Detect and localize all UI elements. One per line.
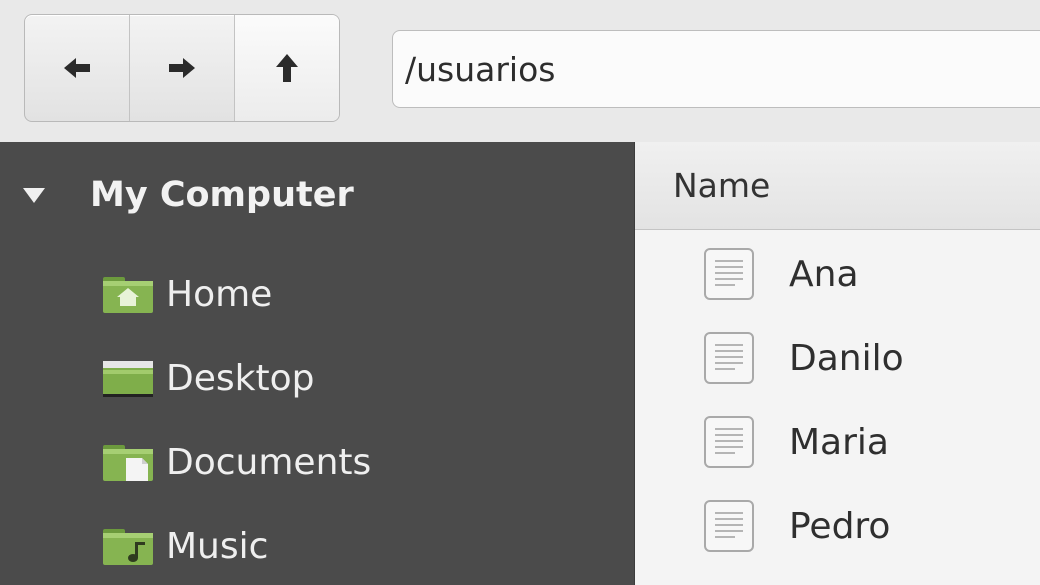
arrow-right-icon: [169, 58, 195, 78]
file-name: Maria: [789, 421, 889, 463]
back-button[interactable]: [25, 15, 130, 121]
column-header-label: Name: [673, 166, 771, 205]
text-file-icon: [704, 332, 754, 384]
sidebar-item-label: Home: [166, 273, 273, 315]
file-name: Pedro: [789, 505, 891, 547]
sidebar-item-documents[interactable]: Documents: [102, 432, 371, 492]
file-row-ana[interactable]: Ana: [635, 232, 1040, 316]
forward-button[interactable]: [130, 15, 235, 121]
expand-triangle-icon[interactable]: [22, 185, 46, 205]
sidebar-item-label: Music: [166, 525, 269, 567]
music-folder-icon: [103, 529, 153, 565]
sidebar-item-desktop[interactable]: Desktop: [102, 348, 314, 408]
sidebar: My Computer Home Desktop Documents Music: [0, 142, 634, 585]
navigation-button-group: [24, 14, 340, 122]
up-button[interactable]: [235, 15, 339, 121]
file-manager-window: My Computer Home Desktop: [0, 0, 1040, 585]
arrow-left-icon: [64, 58, 90, 78]
sidebar-section-my-computer[interactable]: My Computer: [22, 170, 354, 220]
sidebar-item-music[interactable]: Music: [102, 516, 268, 576]
sidebar-item-label: Desktop: [166, 357, 315, 399]
toolbar: [0, 0, 1040, 142]
path-input[interactable]: [405, 49, 1025, 89]
documents-folder-icon: [103, 445, 153, 481]
file-name: Ana: [789, 253, 859, 295]
file-list: Name Ana Danilo Maria Pedro: [634, 142, 1040, 585]
column-header-name[interactable]: Name: [635, 142, 1040, 230]
location-bar[interactable]: [392, 30, 1040, 108]
text-file-icon: [704, 500, 754, 552]
text-file-icon: [704, 416, 754, 468]
text-file-icon: [704, 248, 754, 300]
home-folder-icon: [103, 277, 153, 313]
arrow-up-icon: [276, 54, 298, 82]
sidebar-item-home[interactable]: Home: [102, 264, 272, 324]
file-row-danilo[interactable]: Danilo: [635, 316, 1040, 400]
file-row-pedro[interactable]: Pedro: [635, 484, 1040, 568]
desktop-icon: [103, 361, 153, 397]
sidebar-heading-label: My Computer: [90, 175, 354, 215]
sidebar-item-label: Documents: [166, 441, 372, 483]
file-name: Danilo: [789, 337, 904, 379]
file-row-maria[interactable]: Maria: [635, 400, 1040, 484]
